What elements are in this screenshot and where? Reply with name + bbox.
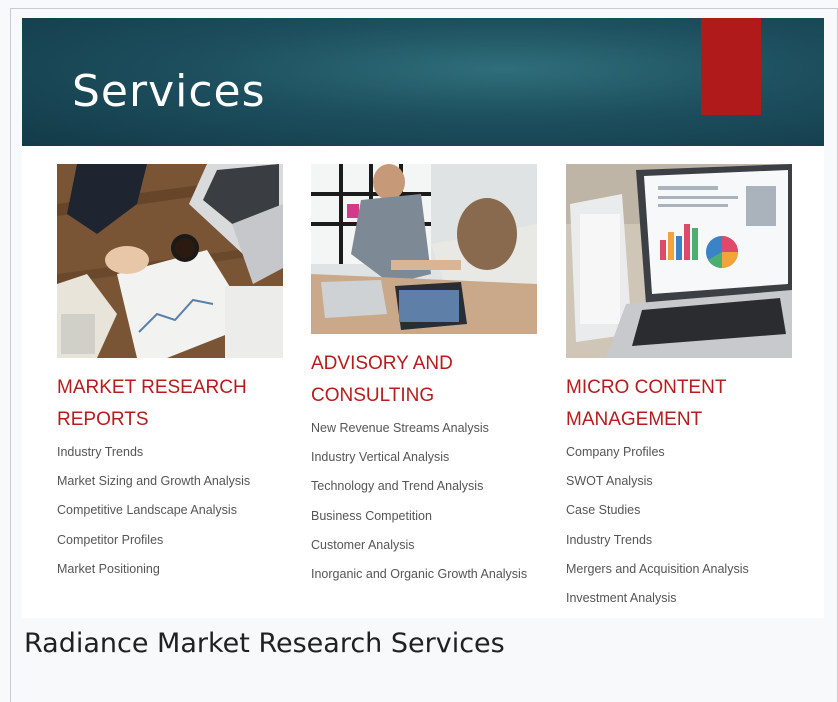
slide-title: Services xyxy=(72,66,266,117)
handshake-office-photo-icon xyxy=(311,164,537,334)
list-item: Competitor Profiles xyxy=(57,532,164,547)
list-item: Company Profiles xyxy=(566,445,665,459)
list-item: Investment Analysis xyxy=(566,590,677,605)
list-item: Business Competition xyxy=(311,508,432,523)
service-column-market-research: MARKET RESEARCH REPORTS Industry Trends … xyxy=(57,164,283,590)
title-banner: Services xyxy=(22,18,824,146)
column-heading: ADVISORY AND CONSULTING xyxy=(311,353,453,406)
list-item: New Revenue Streams Analysis xyxy=(311,421,489,435)
handshake-image xyxy=(311,164,537,334)
desk-documents-laptop-photo-icon xyxy=(57,164,283,358)
column-heading: MARKET RESEARCH REPORTS xyxy=(57,377,247,430)
service-list: Industry Trends Market Sizing and Growth… xyxy=(57,444,283,590)
service-list: New Revenue Streams Analysis Industry Ve… xyxy=(311,420,537,595)
column-heading: MICRO CONTENT MANAGEMENT xyxy=(566,377,727,430)
image-caption: Radiance Market Research Services xyxy=(24,628,505,659)
list-item: Inorganic and Organic Growth Analysis xyxy=(311,566,528,581)
list-item: Industry Trends xyxy=(57,445,144,459)
desk-documents-image xyxy=(57,164,283,358)
list-item: Technology and Trend Analysis xyxy=(311,479,484,494)
list-item: Market Sizing and Growth Analysis xyxy=(57,474,251,489)
list-item: Competitive Landscape Analysis xyxy=(57,503,237,518)
laptop-charts-tablet-photo-icon xyxy=(566,164,792,358)
list-item: Customer Analysis xyxy=(311,537,415,552)
list-item: Industry Vertical Analysis xyxy=(311,450,450,465)
service-column-micro-content: MICRO CONTENT MANAGEMENT Company Profile… xyxy=(566,164,792,619)
service-column-advisory: ADVISORY AND CONSULTING New Revenue Stre… xyxy=(311,164,537,595)
services-slide: Services MARKET RESEARCH REPORTS Industr… xyxy=(22,18,824,618)
laptop-charts-image xyxy=(566,164,792,358)
list-item: Mergers and Acquisition Analysis xyxy=(566,561,749,576)
list-item: Industry Trends xyxy=(566,532,653,547)
list-item: Market Positioning xyxy=(57,561,160,576)
list-item: Case Studies xyxy=(566,503,641,518)
list-item: SWOT Analysis xyxy=(566,474,653,489)
service-list: Company Profiles SWOT Analysis Case Stud… xyxy=(566,444,792,619)
accent-block xyxy=(701,18,761,115)
